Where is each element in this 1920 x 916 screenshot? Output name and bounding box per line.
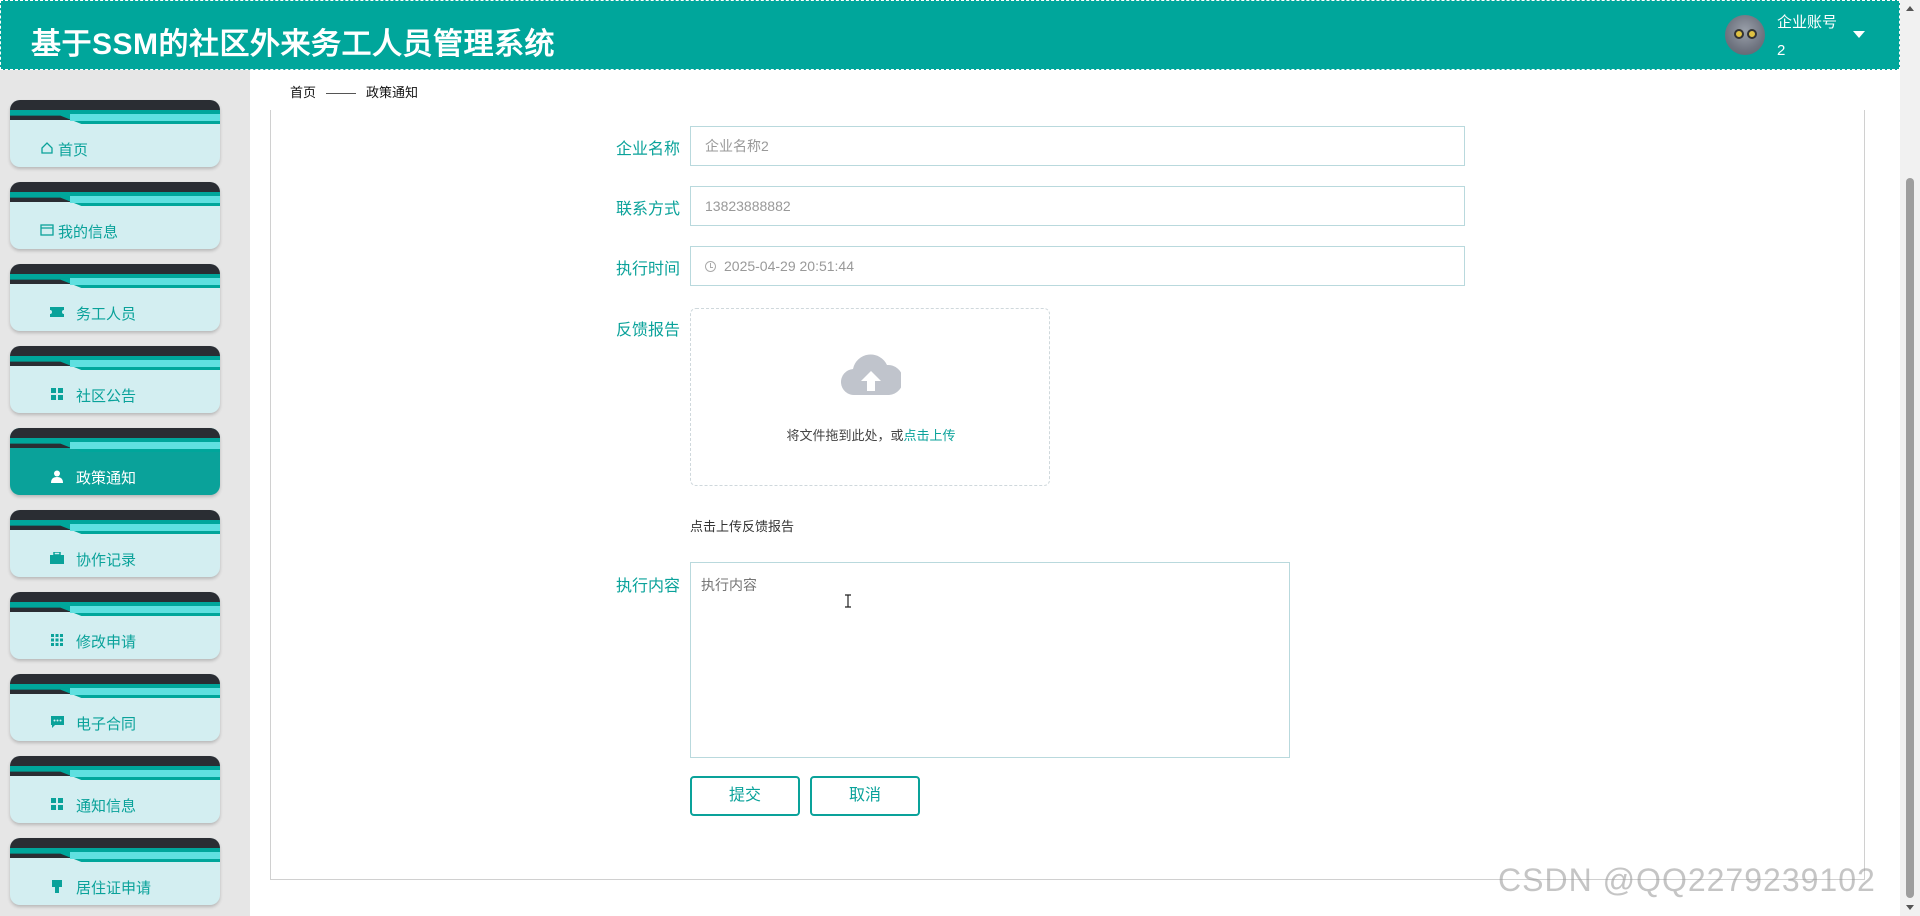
scrollbar-thumb[interactable] [1906, 178, 1914, 898]
sidebar-item-collab[interactable]: 协作记录 [10, 510, 220, 577]
avatar-eye-left [1734, 29, 1744, 39]
breadcrumb-separator [326, 93, 357, 95]
sidebar-item-label: 我的信息 [58, 224, 119, 241]
upload-instruction: 将文件拖到此处，或点击上传 [691, 425, 1051, 444]
upload-text: 将文件拖到此处，或 [786, 428, 904, 443]
main-panel: 首页 政策通知 企业名称 企业名称2 联系方式 13823888882 执行时间 … [250, 70, 1900, 916]
grid-icon [50, 387, 64, 401]
submit-button[interactable]: 提交 [690, 776, 800, 816]
sidebar-item-label: 首页 [58, 142, 89, 159]
breadcrumb-home[interactable]: 首页 [290, 85, 316, 100]
sidebar-item-label: 务工人员 [76, 306, 137, 323]
cloud-upload-icon [841, 354, 901, 396]
user-account-name[interactable]: 企业账号 [1777, 11, 1837, 32]
system-title: 基于SSM的社区外来务工人员管理系统 [31, 28, 556, 61]
ticket-icon [50, 305, 64, 319]
grid-icon [50, 797, 64, 811]
apps-icon [50, 633, 64, 647]
person-icon [50, 469, 64, 483]
contact-label: 联系方式 [615, 201, 680, 218]
feedback-report-label: 反馈报告 [615, 322, 680, 339]
nav-item-stripe [70, 114, 220, 121]
sidebar-item-community-notice[interactable]: 社区公告 [10, 346, 220, 413]
sidebar-item-label: 协作记录 [76, 552, 137, 569]
contact-field[interactable]: 13823888882 [690, 186, 1465, 226]
card-icon [40, 223, 54, 237]
scroll-down-icon[interactable] [1906, 905, 1914, 910]
sidebar-item-label: 居住证申请 [76, 880, 152, 897]
chevron-down-icon[interactable] [1853, 31, 1865, 38]
upload-hint: 点击上传反馈报告 [690, 519, 795, 534]
breadcrumb-current: 政策通知 [366, 85, 419, 100]
stamp-icon [50, 879, 64, 893]
cancel-button[interactable]: 取消 [810, 776, 920, 816]
clock-icon [705, 261, 716, 272]
sidebar-item-my-info[interactable]: 我的信息 [10, 182, 220, 249]
sidebar-item-label: 修改申请 [76, 634, 137, 651]
sidebar-item-modify[interactable]: 修改申请 [10, 592, 220, 659]
company-name-field[interactable]: 企业名称2 [690, 126, 1465, 166]
nav-item-stripe [70, 442, 220, 449]
company-name-label: 企业名称 [615, 141, 680, 158]
nav-item-stripe [70, 606, 220, 613]
sidebar-item-policy[interactable]: 政策通知 [10, 428, 220, 495]
avatar-eye-right [1747, 29, 1757, 39]
scroll-up-icon[interactable] [1906, 6, 1914, 11]
briefcase-icon [50, 551, 64, 565]
nav-item-stripe [70, 688, 220, 695]
sidebar-item-home[interactable]: 首页 [10, 100, 220, 167]
breadcrumb: 首页 政策通知 [290, 82, 418, 101]
upload-dropzone[interactable]: 将文件拖到此处，或点击上传 [690, 308, 1050, 486]
execution-time-value: 2025-04-29 20:51:44 [724, 258, 854, 274]
nav-item-stripe [70, 360, 220, 367]
execution-time-field[interactable]: 2025-04-29 20:51:44 [690, 246, 1465, 286]
text-cursor-icon [845, 594, 851, 608]
home-icon [40, 141, 54, 155]
user-avatar[interactable] [1725, 15, 1765, 55]
top-header: 基于SSM的社区外来务工人员管理系统 企业账号 2 [0, 0, 1900, 70]
nav-item-stripe [70, 278, 220, 285]
nav-item-stripe [70, 524, 220, 531]
sidebar: 首页 我的信息 务工人员 社区公告 政策通知 协作记录 修改申请 电子合同 通知… [0, 70, 230, 916]
sidebar-item-label: 通知信息 [76, 798, 137, 815]
nav-item-stripe [70, 852, 220, 859]
upload-link[interactable]: 点击上传 [904, 428, 956, 443]
execution-content-textarea[interactable] [690, 562, 1290, 758]
watermark: CSDN @QQ2279239102 [1498, 862, 1876, 898]
execution-time-label: 执行时间 [615, 261, 680, 278]
sidebar-item-contract[interactable]: 电子合同 [10, 674, 220, 741]
execution-content-label: 执行内容 [615, 578, 680, 595]
message-icon [50, 715, 64, 729]
sidebar-item-label: 社区公告 [76, 388, 137, 405]
user-account-number: 2 [1777, 42, 1786, 59]
sidebar-item-label: 政策通知 [76, 470, 137, 487]
sidebar-item-notice-info[interactable]: 通知信息 [10, 756, 220, 823]
nav-item-stripe [70, 770, 220, 777]
sidebar-item-residence[interactable]: 居住证申请 [10, 838, 220, 905]
sidebar-item-workers[interactable]: 务工人员 [10, 264, 220, 331]
nav-item-stripe [70, 196, 220, 203]
sidebar-item-label: 电子合同 [76, 716, 137, 733]
